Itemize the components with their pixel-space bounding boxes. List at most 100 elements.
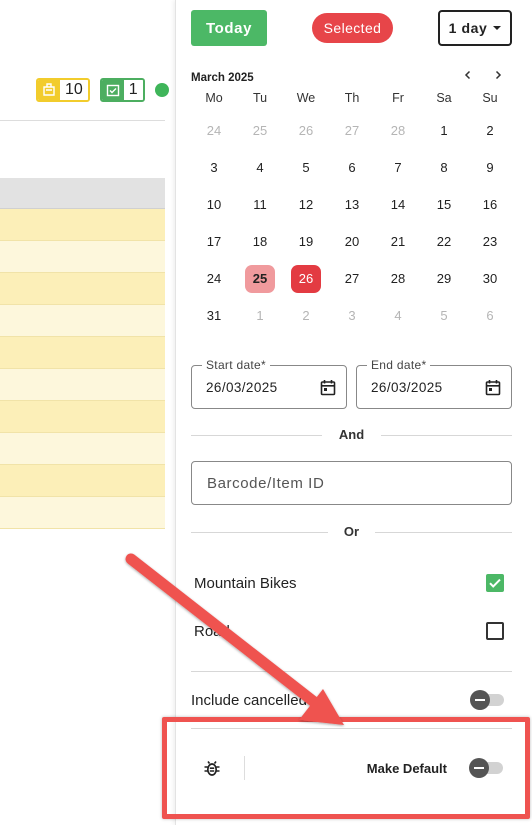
online-status-dot [154, 83, 169, 97]
calendar-day[interactable]: 13 [337, 191, 367, 219]
weekday-label: We [296, 91, 316, 105]
include-cancelled-toggle[interactable] [470, 690, 506, 710]
calendar-week: 17 18 19 20 21 22 23 [191, 223, 513, 260]
category-label: Road [194, 622, 230, 640]
calendar-day[interactable]: 31 [199, 302, 229, 330]
calendar-day[interactable]: 18 [245, 228, 275, 256]
range-dropdown[interactable]: 1 day [438, 10, 512, 46]
table-row[interactable] [0, 273, 165, 305]
table-row[interactable] [0, 209, 165, 241]
category-road[interactable]: Road [194, 617, 504, 645]
booked-count-badge[interactable]: 1 [99, 78, 145, 102]
table-row[interactable] [0, 497, 165, 529]
calendar-weeks: 24 25 26 27 28 1 2 3 4 5 6 7 8 9 10 11 12 13 14 15 16 17 18 19 2… [191, 112, 513, 334]
calendar-day[interactable]: 12 [291, 191, 321, 219]
calendar-day[interactable]: 22 [429, 228, 459, 256]
range-dropdown-label: 1 day [448, 20, 488, 36]
chevron-left-icon [464, 70, 471, 80]
calendar-day[interactable]: 5 [291, 154, 321, 182]
calendar-day[interactable]: 2 [291, 302, 321, 330]
end-date-value[interactable]: 26/03/2025 [371, 380, 443, 395]
calendar-day[interactable]: 23 [475, 228, 505, 256]
calendar-day[interactable]: 19 [291, 228, 321, 256]
table-row[interactable] [0, 369, 165, 401]
category-mountain-bikes[interactable]: Mountain Bikes [194, 569, 504, 597]
calendar-day[interactable]: 1 [429, 117, 459, 145]
previous-month-button[interactable] [460, 66, 476, 84]
calendar-day[interactable]: 7 [383, 154, 413, 182]
start-date-field[interactable]: Start date* 26/03/2025 [191, 358, 347, 409]
calendar-day[interactable]: 10 [199, 191, 229, 219]
calendar-nav [460, 66, 506, 84]
calendar-icon[interactable] [320, 379, 336, 396]
or-divider: Or [191, 524, 512, 540]
table-row[interactable] [0, 337, 165, 369]
weekday-label: Fr [392, 91, 404, 105]
table-row[interactable] [0, 305, 165, 337]
checkbox-unchecked[interactable] [486, 622, 504, 640]
checkbox-checked[interactable] [486, 574, 504, 592]
calendar-day[interactable]: 4 [383, 302, 413, 330]
and-divider: And [191, 427, 512, 443]
calendar-day[interactable]: 17 [199, 228, 229, 256]
calendar-day[interactable]: 29 [429, 265, 459, 293]
calendar-day[interactable]: 16 [475, 191, 505, 219]
calendar-day[interactable]: 11 [245, 191, 275, 219]
calendar-day[interactable]: 30 [475, 265, 505, 293]
calendar-week: 24 25 26 27 28 29 30 [191, 260, 513, 297]
calendar-day[interactable]: 25 [245, 117, 275, 145]
table-row[interactable] [0, 465, 165, 497]
calendar-day[interactable]: 6 [475, 302, 505, 330]
calendar-day[interactable]: 8 [429, 154, 459, 182]
calendar-week: 31 1 2 3 4 5 6 [191, 297, 513, 334]
calendar-day[interactable]: 15 [429, 191, 459, 219]
calendar-day[interactable]: 3 [199, 154, 229, 182]
calendar-day-selected[interactable]: 26 [291, 264, 321, 293]
pending-count-badge[interactable]: 10 [36, 78, 90, 102]
table-row[interactable] [0, 433, 165, 465]
calendar-day[interactable]: 4 [245, 154, 275, 182]
calendar-day[interactable]: 27 [337, 265, 367, 293]
calendar-day[interactable]: 9 [475, 154, 505, 182]
calendar-day[interactable]: 24 [199, 117, 229, 145]
start-date-value[interactable]: 26/03/2025 [206, 380, 278, 395]
booked-count: 1 [123, 80, 143, 100]
calendar-day[interactable]: 2 [475, 117, 505, 145]
date-range-fields: Start date* 26/03/2025 End date* 26/03/2… [191, 358, 512, 409]
check-icon [489, 578, 501, 588]
next-month-button[interactable] [490, 66, 506, 84]
chevron-right-icon [495, 70, 502, 80]
end-date-label: End date* [367, 358, 431, 372]
include-cancelled-row: Include cancelled [191, 686, 506, 714]
calendar-day[interactable]: 3 [337, 302, 367, 330]
calendar-day[interactable]: 14 [383, 191, 413, 219]
calendar-day[interactable]: 26 [291, 117, 321, 145]
date-toolbar: Today Selected 1 day [191, 10, 512, 46]
calendar-day[interactable]: 20 [337, 228, 367, 256]
selected-button[interactable]: Selected [312, 13, 393, 43]
status-badges: 10 1 [36, 78, 169, 102]
today-button[interactable]: Today [191, 10, 267, 46]
calendar-day[interactable]: 6 [337, 154, 367, 182]
weekday-label: Sa [436, 91, 452, 105]
include-cancelled-label: Include cancelled [191, 691, 307, 709]
weekday-label: Su [482, 91, 498, 105]
calendar-day[interactable]: 28 [383, 265, 413, 293]
calendar-day[interactable]: 21 [383, 228, 413, 256]
table-row[interactable] [0, 241, 165, 273]
end-date-field[interactable]: End date* 26/03/2025 [356, 358, 512, 409]
calendar-day[interactable]: 24 [199, 265, 229, 293]
calendar-icon[interactable] [485, 379, 501, 396]
table-row[interactable] [0, 401, 165, 433]
calendar-header: March 2025 [191, 68, 512, 84]
calendar-day-selected[interactable]: 25 [245, 264, 275, 293]
calendar-day[interactable]: 28 [383, 117, 413, 145]
barcode-input[interactable] [191, 461, 512, 505]
calendar-week: 3456789 [191, 149, 513, 186]
box-icon [38, 80, 60, 100]
table-body [0, 209, 165, 529]
weekday-label: Tu [252, 91, 268, 105]
calendar-day[interactable]: 5 [429, 302, 459, 330]
calendar-day[interactable]: 27 [337, 117, 367, 145]
calendar-day[interactable]: 1 [245, 302, 275, 330]
